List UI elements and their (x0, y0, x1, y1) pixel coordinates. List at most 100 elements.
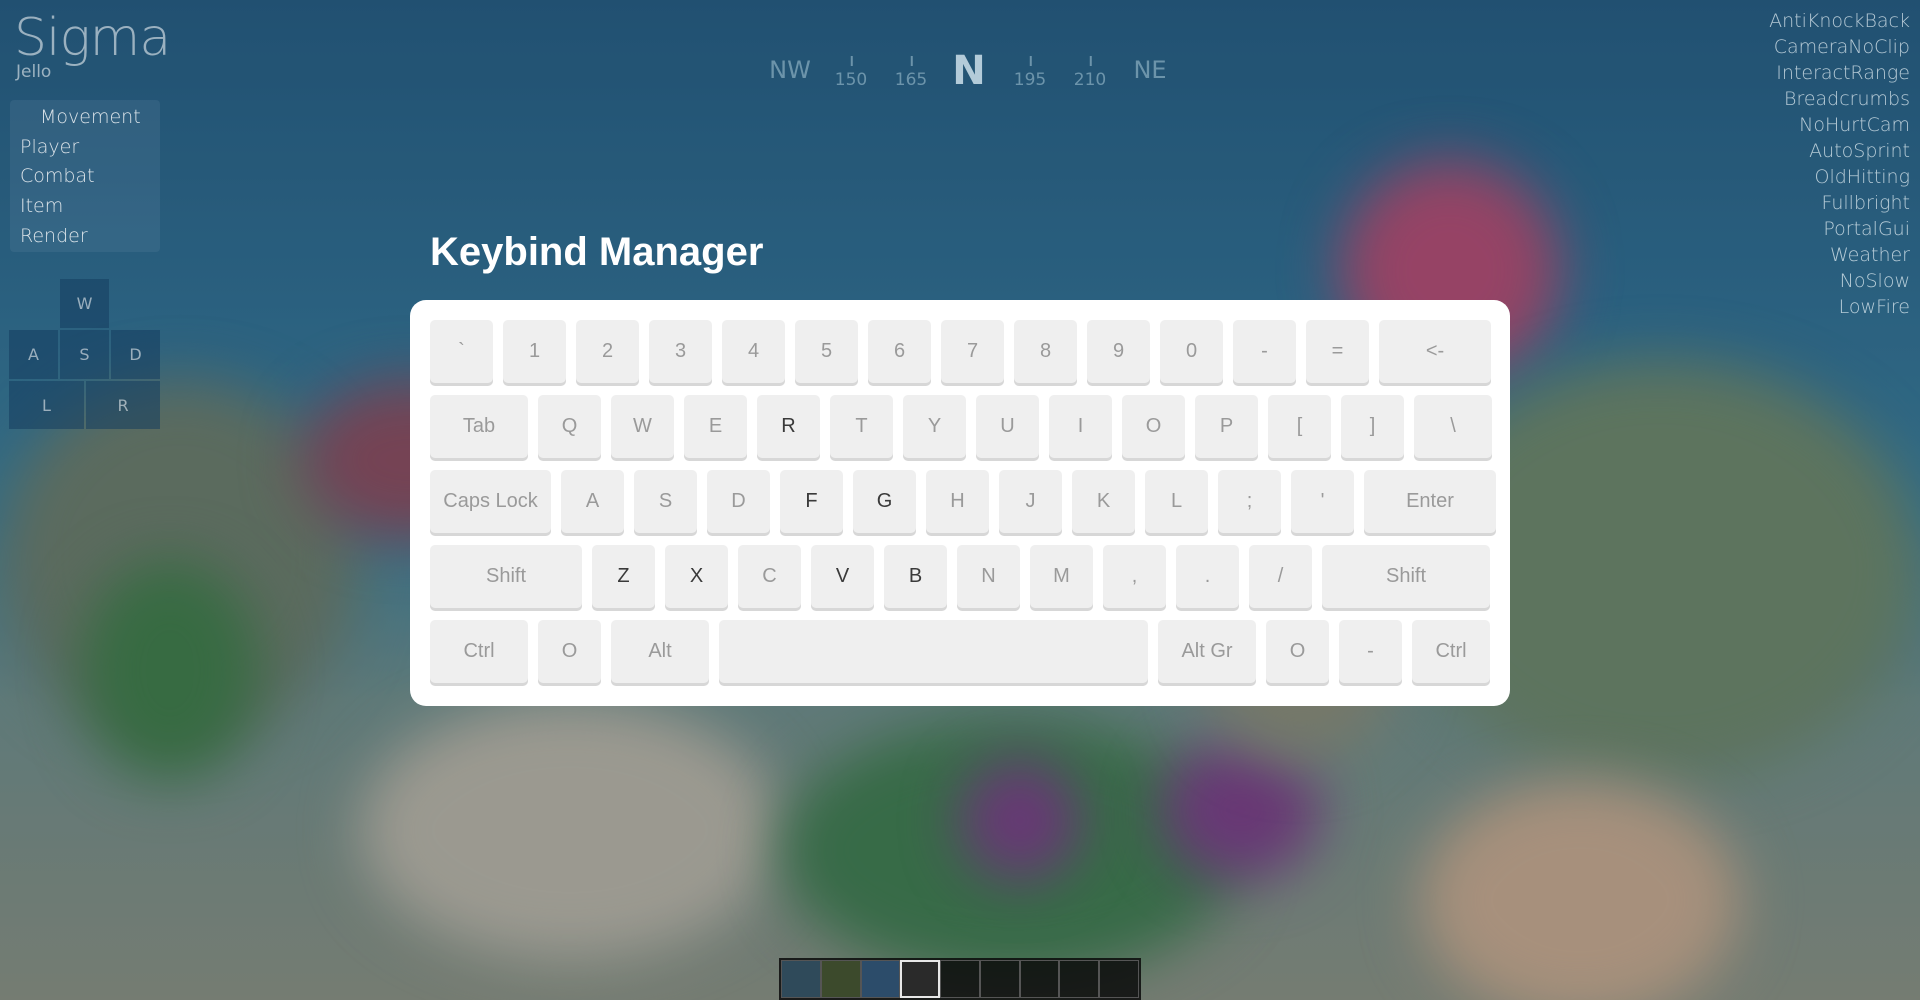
compass-heading-n: N (952, 48, 986, 94)
key-n[interactable]: N (957, 545, 1020, 608)
key-backslash[interactable]: \ (1414, 395, 1492, 458)
hotbar-slot-selected[interactable] (900, 960, 941, 998)
key-shift[interactable]: Shift (1322, 545, 1490, 608)
key-equals[interactable]: = (1306, 320, 1369, 383)
key-3[interactable]: 3 (649, 320, 712, 383)
key-0[interactable]: 0 (1160, 320, 1223, 383)
active-module-list: AntiKnockBack CameraNoClip InteractRange… (1769, 8, 1910, 320)
hotbar-slot[interactable] (820, 960, 861, 998)
module-item: PortalGui (1823, 218, 1910, 240)
key-5[interactable]: 5 (795, 320, 858, 383)
key-backspace[interactable]: <- (1379, 320, 1491, 383)
compass-nw: NW (769, 56, 811, 84)
key-2[interactable]: 2 (576, 320, 639, 383)
category-item[interactable]: Item (20, 195, 63, 217)
key-slash[interactable]: / (1249, 545, 1312, 608)
key-caps-lock[interactable]: Caps Lock (430, 470, 551, 533)
compass-tick-210: 210 (1073, 56, 1107, 90)
key-alt-gr[interactable]: Alt Gr (1158, 620, 1256, 683)
key-ctrl[interactable]: Ctrl (1412, 620, 1490, 683)
key-x[interactable]: X (665, 545, 728, 608)
key-quote[interactable]: ' (1291, 470, 1354, 533)
key-backtick[interactable]: ` (430, 320, 493, 383)
hotbar-slot[interactable] (940, 960, 980, 998)
key-d[interactable]: D (707, 470, 770, 533)
key-minus[interactable]: - (1233, 320, 1296, 383)
hotbar-slot[interactable] (1099, 960, 1140, 998)
key-o[interactable]: O (1266, 620, 1329, 683)
compass-tick-150: 150 (834, 56, 868, 90)
key-i[interactable]: I (1049, 395, 1112, 458)
key-b[interactable]: B (884, 545, 947, 608)
compass: NW 150 165 N 195 210 NE (740, 48, 1180, 98)
key-enter[interactable]: Enter (1364, 470, 1496, 533)
key-alt[interactable]: Alt (611, 620, 709, 683)
hotbar-slot[interactable] (1019, 960, 1060, 998)
key-h[interactable]: H (926, 470, 989, 533)
key-minus[interactable]: - (1339, 620, 1402, 683)
key-m[interactable]: M (1030, 545, 1093, 608)
hotbar (779, 958, 1141, 1000)
hotbar-slot[interactable] (781, 960, 821, 998)
keystroke-right-mouse: R (86, 381, 160, 429)
logo-title: Sigma (14, 8, 171, 68)
key-r[interactable]: R (757, 395, 820, 458)
key-g[interactable]: G (853, 470, 916, 533)
key-k[interactable]: K (1072, 470, 1135, 533)
module-item: Weather (1830, 244, 1910, 266)
key-ctrl[interactable]: Ctrl (430, 620, 528, 683)
key-1[interactable]: 1 (503, 320, 566, 383)
key-j[interactable]: J (999, 470, 1062, 533)
key-l[interactable]: L (1145, 470, 1208, 533)
key-o[interactable]: O (1122, 395, 1185, 458)
key-f[interactable]: F (780, 470, 843, 533)
key-comma[interactable]: , (1103, 545, 1166, 608)
category-movement[interactable]: Movement (40, 106, 141, 128)
key-t[interactable]: T (830, 395, 893, 458)
key-shift[interactable]: Shift (430, 545, 582, 608)
compass-tick-195: 195 (1013, 56, 1047, 90)
category-combat[interactable]: Combat (20, 165, 95, 187)
hotbar-slot[interactable] (860, 960, 901, 998)
key-semicolon[interactable]: ; (1218, 470, 1281, 533)
key-y[interactable]: Y (903, 395, 966, 458)
hotbar-slot[interactable] (1059, 960, 1100, 998)
key-o[interactable]: O (538, 620, 601, 683)
key-right-bracket[interactable]: ] (1341, 395, 1404, 458)
key-9[interactable]: 9 (1087, 320, 1150, 383)
key-space[interactable] (719, 620, 1148, 683)
module-item: AntiKnockBack (1769, 10, 1910, 32)
key-w[interactable]: W (611, 395, 674, 458)
keystroke-a: A (9, 330, 58, 379)
module-item: Fullbright (1821, 192, 1910, 214)
key-v[interactable]: V (811, 545, 874, 608)
key-c[interactable]: C (738, 545, 801, 608)
keybind-manager-title: Keybind Manager (430, 230, 764, 274)
key-q[interactable]: Q (538, 395, 601, 458)
key-s[interactable]: S (634, 470, 697, 533)
category-player[interactable]: Player (20, 136, 79, 158)
compass-ne: NE (1133, 56, 1167, 84)
module-item: CameraNoClip (1773, 36, 1910, 58)
module-item: NoSlow (1839, 270, 1910, 292)
module-item: LowFire (1838, 296, 1910, 318)
module-item: InteractRange (1776, 62, 1910, 84)
compass-tick-165: 165 (894, 56, 928, 90)
key-u[interactable]: U (976, 395, 1039, 458)
key-left-bracket[interactable]: [ (1268, 395, 1331, 458)
key-period[interactable]: . (1176, 545, 1239, 608)
category-render[interactable]: Render (20, 225, 88, 247)
key-4[interactable]: 4 (722, 320, 785, 383)
key-e[interactable]: E (684, 395, 747, 458)
keystroke-d: D (111, 330, 160, 379)
key-tab[interactable]: Tab (430, 395, 528, 458)
keystroke-w: W (60, 279, 109, 328)
key-a[interactable]: A (561, 470, 624, 533)
hotbar-slot[interactable] (979, 960, 1020, 998)
key-6[interactable]: 6 (868, 320, 931, 383)
key-8[interactable]: 8 (1014, 320, 1077, 383)
key-7[interactable]: 7 (941, 320, 1004, 383)
module-item: Breadcrumbs (1784, 88, 1910, 110)
key-p[interactable]: P (1195, 395, 1258, 458)
key-z[interactable]: Z (592, 545, 655, 608)
